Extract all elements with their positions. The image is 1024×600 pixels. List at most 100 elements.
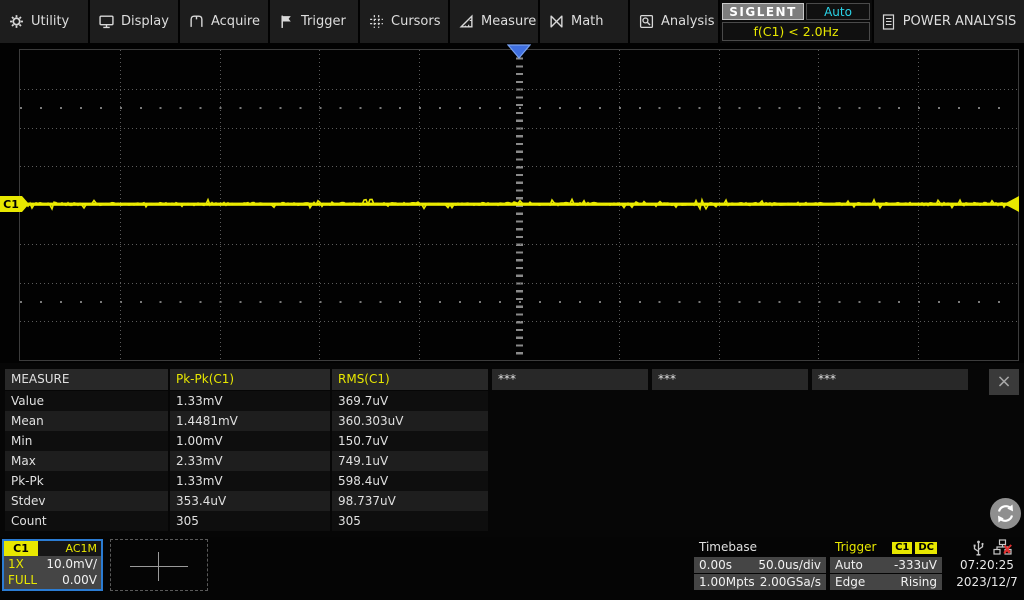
col-header-rms[interactable]: RMS(C1) (332, 369, 488, 390)
add-channel-slot[interactable] (110, 539, 208, 591)
trigger-slope: Rising (901, 574, 937, 590)
clock-date: 2023/12/7 (952, 575, 1022, 589)
menu-label: Math (571, 14, 604, 29)
acquisition-status: Auto (806, 3, 870, 20)
trigger-level-marker[interactable] (1004, 196, 1019, 212)
magnifier-document-icon (639, 14, 654, 29)
cell-value: 369.7uV (332, 391, 488, 411)
channel-attenuation: 1X (8, 556, 24, 572)
c1-trace (0, 43, 1024, 363)
row-label: Max (5, 451, 168, 471)
row-label: Min (5, 431, 168, 451)
col-header-empty-3[interactable]: *** (812, 369, 968, 390)
refresh-arrows-icon[interactable] (989, 497, 1022, 530)
cell-value: 1.33mV (170, 471, 330, 491)
measure-title: MEASURE (5, 369, 168, 390)
document-icon (882, 14, 895, 30)
menu-label: Acquire (211, 14, 260, 29)
trigger-box[interactable]: Trigger C1 DC Auto -333uV Edge Rising (830, 539, 942, 590)
close-icon[interactable]: × (989, 369, 1019, 395)
flag-icon (279, 14, 294, 29)
channel-coupling: AC1M (38, 541, 101, 556)
menu-item-cursors[interactable]: Cursors (360, 0, 450, 43)
channel-scale: 10.0mV/ (46, 556, 97, 572)
cell-value: 98.737uV (332, 491, 488, 511)
row-label: Count (5, 511, 168, 531)
trigger-position-marker[interactable] (507, 44, 531, 59)
ruler-triangle-icon (459, 14, 474, 29)
measure-panel: MEASURE Pk-Pk(C1) RMS(C1) *** *** *** Va… (0, 363, 1024, 537)
usb-icon (971, 540, 986, 557)
col-header-empty-2[interactable]: *** (652, 369, 808, 390)
menu-item-math[interactable]: Math (540, 0, 630, 43)
col-header-empty-1[interactable]: *** (492, 369, 648, 390)
cell-value: 305 (332, 511, 488, 531)
channel-bandwidth: FULL (8, 572, 37, 588)
table-row-stdev: Stdev 353.4uV 98.737uV (5, 491, 968, 511)
cell-value: 150.7uV (332, 431, 488, 451)
menu-label: Measure (481, 14, 536, 29)
cell-value: 353.4uV (170, 491, 330, 511)
menu-item-trigger[interactable]: Trigger (270, 0, 360, 43)
power-analysis-label: POWER ANALYSIS (903, 14, 1017, 29)
clock-time: 07:20:25 (952, 558, 1022, 572)
table-row-value: Value 1.33mV 369.7uV (5, 391, 968, 411)
siglent-logo: SIGLENT (722, 3, 804, 20)
channel-c1-box[interactable]: C1 AC1M 1X 10.0mV/ FULL 0.00V (2, 539, 103, 591)
cell-value: 598.4uV (332, 471, 488, 491)
brand-status-block: SIGLENT Auto f(C1) < 2.0Hz (720, 0, 872, 43)
frequency-counter: f(C1) < 2.0Hz (722, 22, 870, 41)
menu-item-display[interactable]: Display (90, 0, 180, 43)
lan-error-mark: ✘ (1002, 543, 1013, 558)
row-label: Value (5, 391, 168, 411)
top-menu-bar: Utility Display Acquire Trigger Cursors … (0, 0, 1024, 43)
trigger-coupling-badge: DC (915, 542, 937, 554)
trigger-source-badge: C1 (892, 542, 912, 554)
timebase-title: Timebase (699, 539, 757, 556)
timebase-samplerate: 2.00GSa/s (760, 574, 821, 590)
menu-item-utility[interactable]: Utility (0, 0, 90, 43)
crosshatch-icon (369, 14, 384, 29)
menu-label: Cursors (391, 14, 441, 29)
trigger-title: Trigger (835, 539, 876, 556)
gear-icon (9, 14, 24, 29)
timebase-memory: 1.00Mpts (699, 574, 755, 590)
menu-item-measure[interactable]: Measure (450, 0, 540, 43)
c1-trace-label[interactable]: C1 (0, 196, 22, 212)
cell-value: 1.33mV (170, 391, 330, 411)
timebase-scale: 50.0us/div (758, 557, 821, 573)
table-row-pkpk: Pk-Pk 1.33mV 598.4uV (5, 471, 968, 491)
cell-value: 360.303uV (332, 411, 488, 431)
menu-label: Utility (31, 14, 69, 29)
waveform-display: C1 (0, 43, 1024, 363)
measurement-table: MEASURE Pk-Pk(C1) RMS(C1) *** *** *** Va… (5, 369, 968, 531)
table-header-row: MEASURE Pk-Pk(C1) RMS(C1) *** *** *** (5, 369, 968, 390)
monitor-icon (99, 14, 114, 29)
col-header-pkpk[interactable]: Pk-Pk(C1) (170, 369, 330, 390)
bowtie-icon (549, 14, 564, 29)
cell-value: 1.00mV (170, 431, 330, 451)
trigger-type: Edge (835, 574, 865, 590)
timebase-delay: 0.00s (699, 557, 732, 573)
menu-item-acquire[interactable]: Acquire (180, 0, 270, 43)
table-row-count: Count 305 305 (5, 511, 968, 531)
row-label: Mean (5, 411, 168, 431)
cell-value: 2.33mV (170, 451, 330, 471)
table-row-min: Min 1.00mV 150.7uV (5, 431, 968, 451)
cell-value: 1.4481mV (170, 411, 330, 431)
power-analysis-button[interactable]: POWER ANALYSIS (872, 0, 1024, 43)
timebase-box[interactable]: Timebase 0.00s 50.0us/div 1.00Mpts 2.00G… (694, 539, 826, 590)
channel-name-badge: C1 (4, 541, 38, 556)
cell-value: 749.1uV (332, 451, 488, 471)
trigger-level: -333uV (894, 557, 937, 573)
table-row-mean: Mean 1.4481mV 360.303uV (5, 411, 968, 431)
row-label: Pk-Pk (5, 471, 168, 491)
cell-value: 305 (170, 511, 330, 531)
acquire-wave-icon (189, 14, 204, 29)
table-row-max: Max 2.33mV 749.1uV (5, 451, 968, 471)
row-label: Stdev (5, 491, 168, 511)
menu-label: Analysis (661, 14, 715, 29)
bottom-status-bar: C1 AC1M 1X 10.0mV/ FULL 0.00V Timebase 0… (0, 537, 1024, 600)
trigger-mode: Auto (835, 557, 863, 573)
menu-item-analysis[interactable]: Analysis (630, 0, 720, 43)
